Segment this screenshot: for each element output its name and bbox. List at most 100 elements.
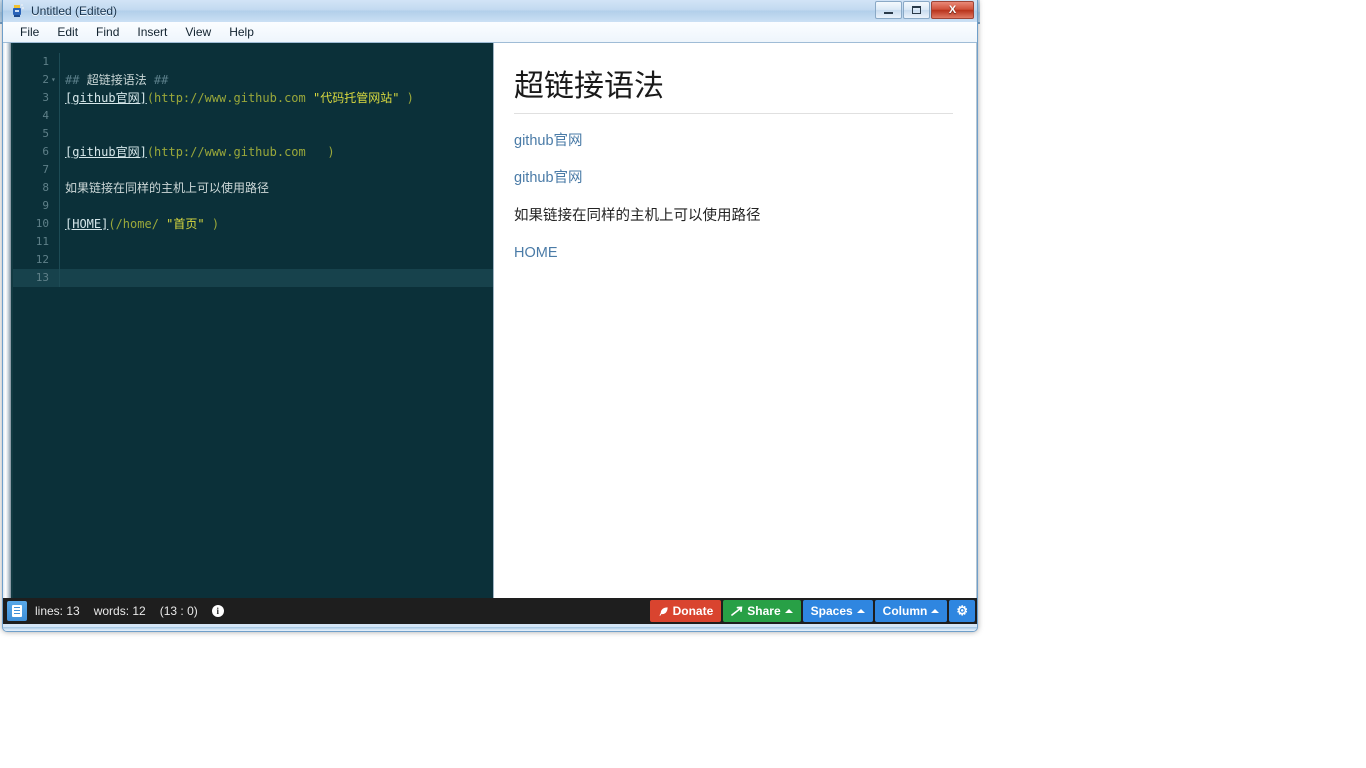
code-line[interactable]: 9 [13,197,493,215]
chevron-up-icon [784,609,793,613]
preview-paragraph: HOME [514,243,953,263]
share-arrow-icon [731,606,743,616]
markdown-preview[interactable]: 超链接语法 github官网 github官网 如果链接在同样的主机上可以使用路径 H… [493,43,977,598]
code-token: ) [204,217,220,231]
code-line[interactable]: 7 [13,161,493,179]
gutter-separator [59,53,60,71]
line-number: 9 [42,199,49,212]
fold-arrow-icon[interactable]: ▾ [51,71,59,89]
code-line[interactable]: 1 [13,53,493,71]
code-line[interactable]: 10 [HOME](/home/ "首页" ) [13,215,493,233]
line-number: 3 [42,91,49,104]
code-text: [HOME](/home/ "首页" ) [65,215,219,233]
line-number: 11 [35,235,49,248]
info-icon[interactable]: i [211,605,224,617]
status-bar-actions: Donate Share Spaces Column ⚙ [649,600,975,622]
code-line[interactable]: 2 ▾ ## 超链接语法 ## [13,71,493,89]
preview-heading: 超链接语法 [514,61,953,114]
line-number: 12 [35,253,49,266]
settings-button[interactable]: ⚙ [949,600,975,622]
spaces-label: Spaces [810,604,853,618]
gutter-separator [59,251,60,269]
gutter-separator [59,161,60,179]
donate-button[interactable]: Donate [649,600,722,622]
code-line[interactable]: 5 [13,125,493,143]
share-label: Share [747,604,781,618]
gutter-separator [59,71,60,89]
chevron-up-icon [931,609,940,613]
code-token: "代码托管网站" [312,91,400,105]
line-number: 1 [42,55,49,68]
gutter-separator [59,215,60,233]
menu-item-file[interactable]: File [11,23,48,41]
share-button[interactable]: Share [723,600,801,622]
window-bottom-edge [3,627,977,631]
gutter-separator [59,197,60,215]
code-line[interactable]: 8 如果链接在同样的主机上可以使用路径 [13,179,493,197]
preview-link[interactable]: github官网 [514,133,583,149]
menu-item-edit[interactable]: Edit [48,23,87,41]
line-number: 13 [35,271,49,284]
markdown-editor[interactable]: 1 2 ▾ ## 超链接语法 ## 3 [github官网](http://www.git… [3,43,493,598]
menu-bar: File Edit Find Insert View Help [3,22,977,43]
editor-preview-split: 1 2 ▾ ## 超链接语法 ## 3 [github官网](http://www.git… [3,43,977,598]
code-text: 如果链接在同样的主机上可以使用路径 [65,179,269,197]
menu-item-help[interactable]: Help [220,23,263,41]
preview-link[interactable]: HOME [514,245,558,261]
code-text: ## 超链接语法 ## [65,71,168,89]
code-token: ## [65,73,87,87]
title-bar[interactable]: Untitled (Edited) X [3,0,977,22]
preview-blocks: github官网 github官网 如果链接在同样的主机上可以使用路径 HOME [514,131,953,263]
code-text: [github官网](http://www.github.com "代码托管网站… [65,89,414,107]
markdownpad-icon [9,3,25,19]
menu-item-find[interactable]: Find [87,23,128,41]
code-token: (http://www.github.com ) [146,145,335,159]
document-icon[interactable] [7,601,27,621]
code-token: ## [146,73,169,87]
code-token: [github官网] [65,91,147,105]
chevron-up-icon [856,609,865,613]
code-line[interactable]: 3 [github官网](http://www.github.com "代码托管网… [13,89,493,107]
column-label: Column [882,604,928,618]
code-token: 如果链接在同样的主机上可以使用路径 [65,181,270,195]
status-bar: lines: 13 words: 12 (13 : 0) i Donate Sh… [3,598,977,624]
line-number: 5 [42,127,49,140]
donate-label: Donate [672,604,714,618]
code-token: ) [399,91,414,105]
gutter-separator [59,269,60,287]
minimize-button[interactable] [875,1,902,19]
preview-right-border [976,43,977,598]
status-lines: lines: 13 [35,604,80,618]
spaces-button[interactable]: Spaces [802,600,873,622]
preview-paragraph: github官网 [514,168,953,188]
close-button[interactable]: X [931,1,974,19]
code-line[interactable]: 4 [13,107,493,125]
menu-item-view[interactable]: View [176,23,220,41]
code-token: (/home/ [108,217,167,231]
code-token: 超链接语法 [86,73,147,87]
line-number: 7 [42,163,49,176]
column-button[interactable]: Column [874,600,948,622]
menu-item-insert[interactable]: Insert [128,23,176,41]
line-number: 6 [42,145,49,158]
feather-icon [658,606,668,616]
code-line[interactable]: 12 [13,251,493,269]
gutter-separator [59,125,60,143]
line-number: 10 [35,217,49,230]
line-number: 4 [42,109,49,122]
gear-icon: ⚙ [956,603,968,618]
code-token: (http://www.github.com [146,91,313,105]
markdownpad-window: Untitled (Edited) X File Edit Find Insert Vi… [2,0,978,632]
line-number: 2 [42,73,49,86]
code-line[interactable]: 11 [13,233,493,251]
code-token: "首页" [166,217,205,231]
maximize-button[interactable] [903,1,930,19]
gutter-separator [59,89,60,107]
window-controls: X [875,1,974,19]
editor-left-edge [3,43,11,598]
preview-link[interactable]: github官网 [514,170,583,186]
code-line[interactable]: 6 [github官网](http://www.github.com ) [13,143,493,161]
code-text: [github官网](http://www.github.com ) [65,143,335,161]
code-line[interactable]: 13 [13,269,493,287]
window-title: Untitled (Edited) [31,4,118,18]
